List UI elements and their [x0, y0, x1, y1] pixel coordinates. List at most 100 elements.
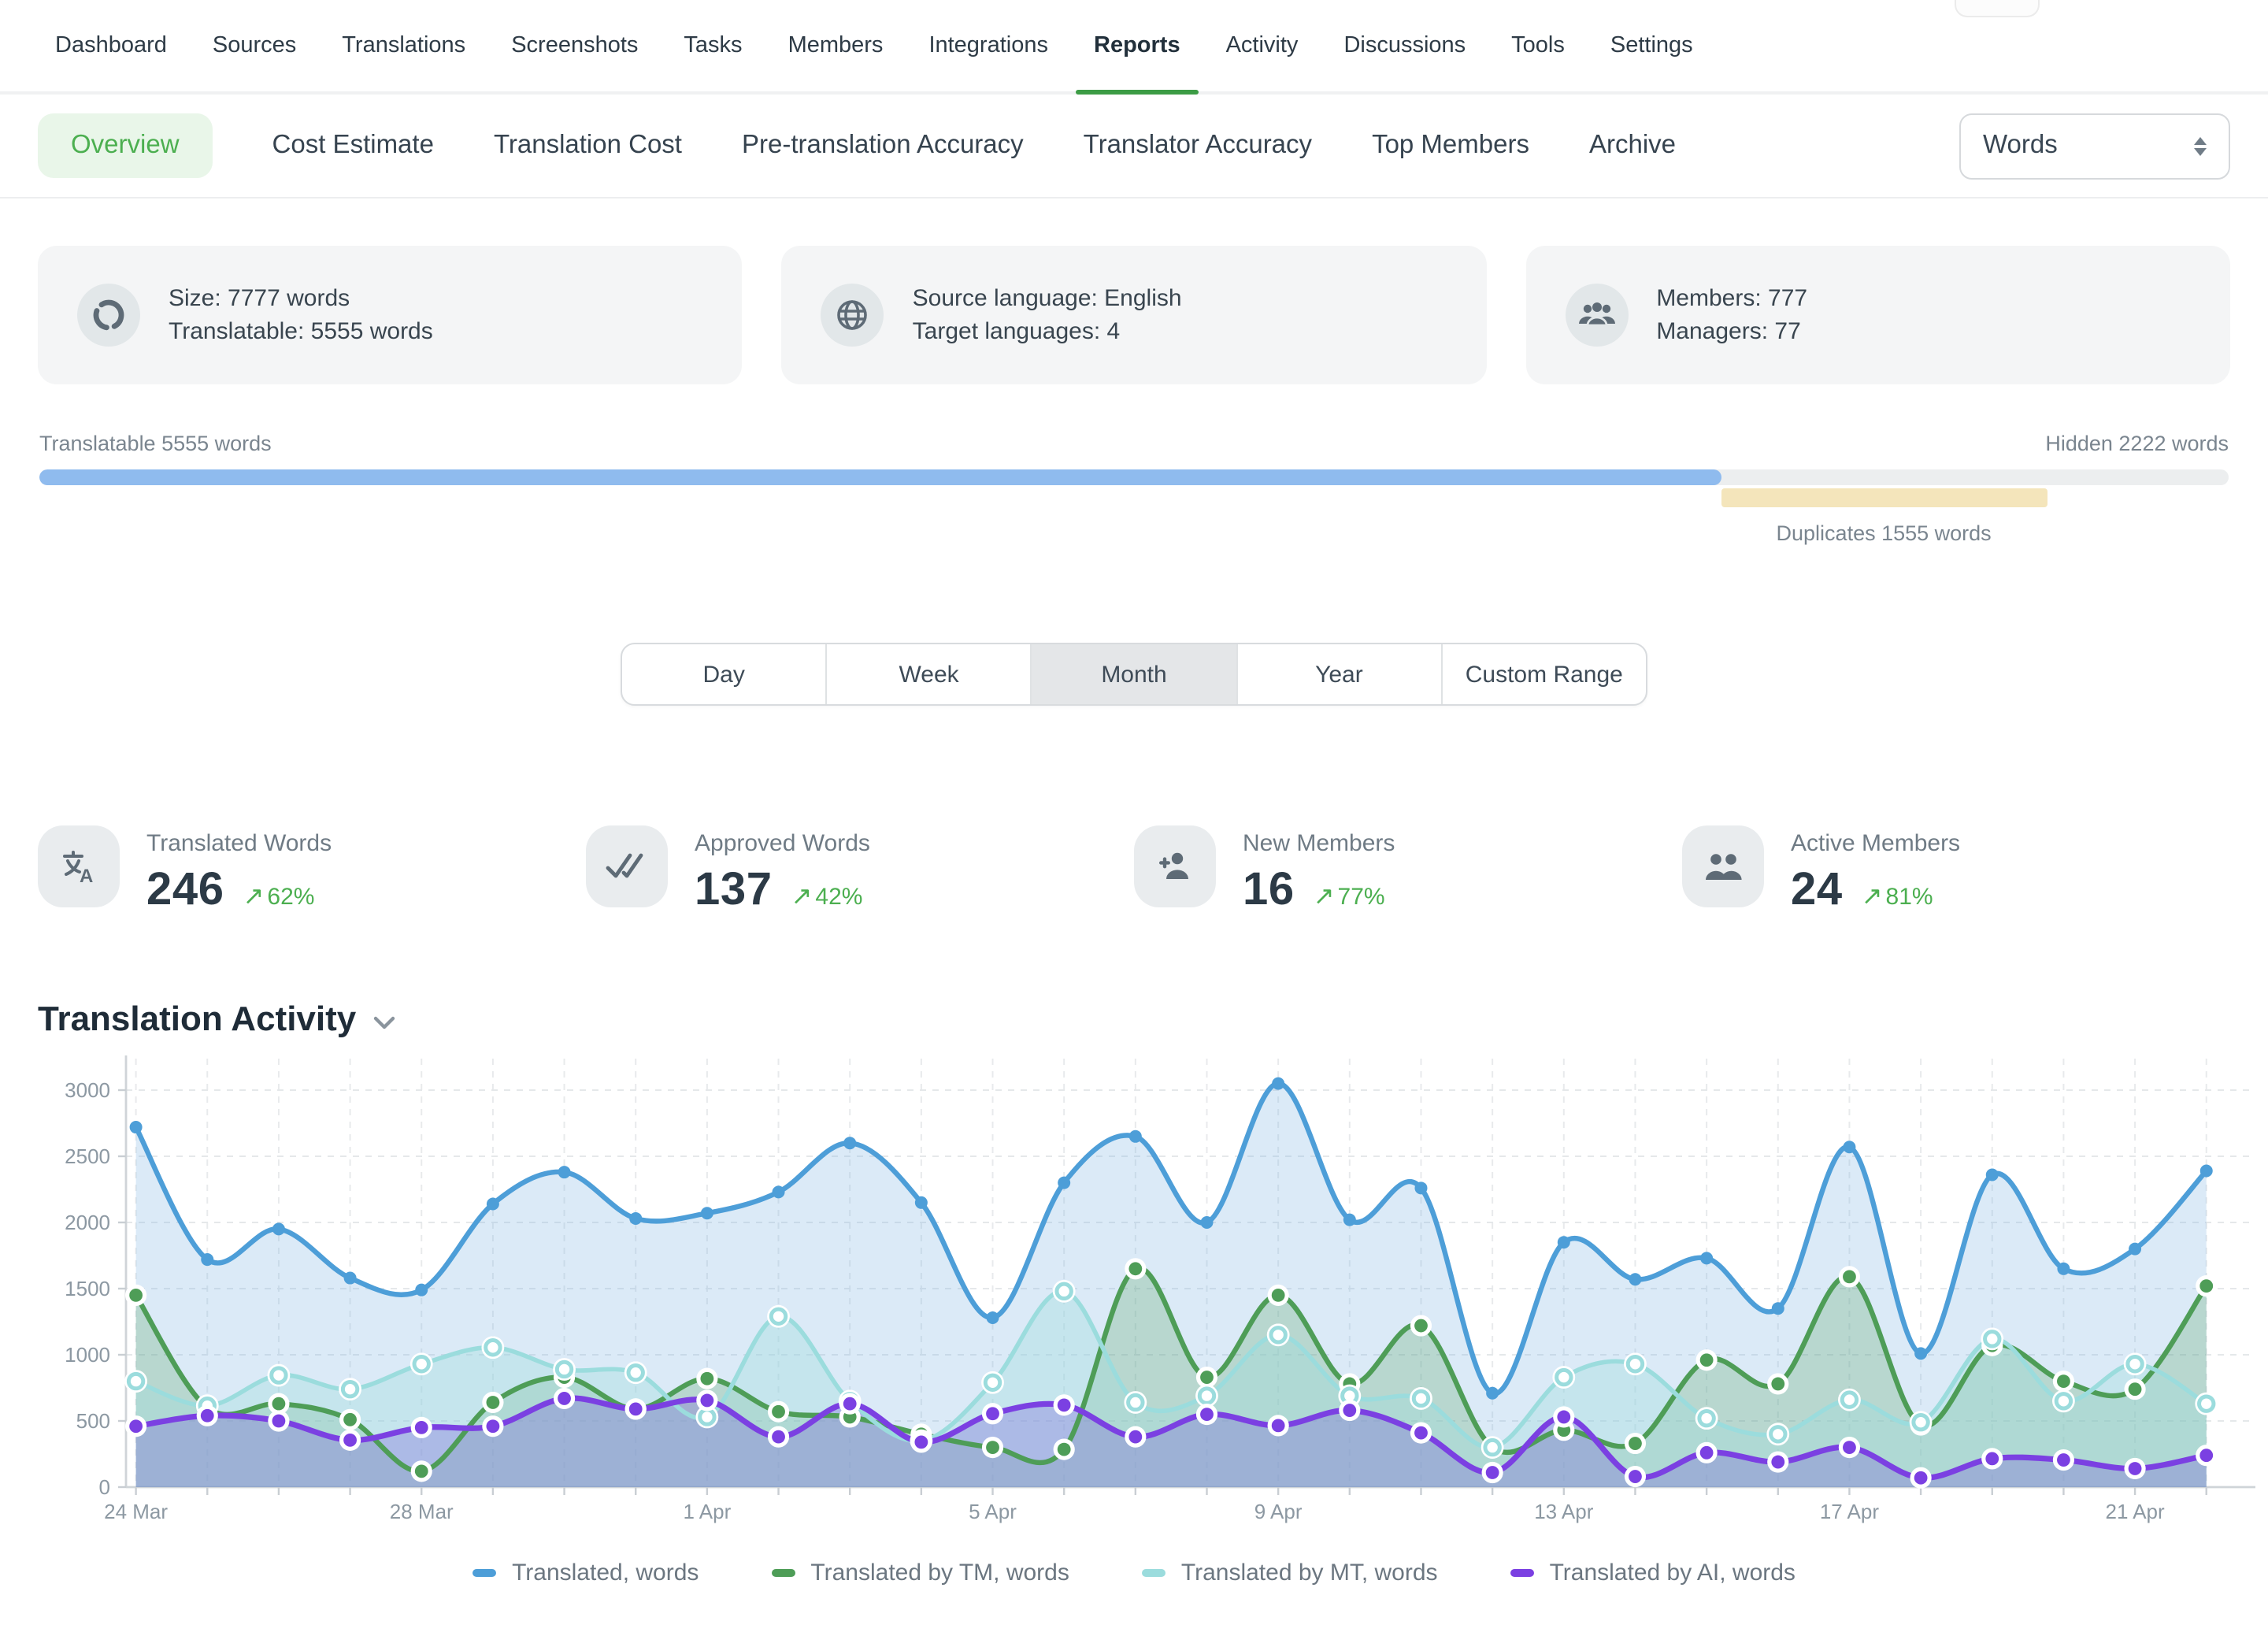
kpi-translated-words: A Translated Words 246 ↗62% [38, 825, 586, 917]
dot [272, 1222, 285, 1235]
subnav-pre-translation-accuracy[interactable]: Pre-translation Accuracy [742, 131, 1024, 161]
nav-item-screenshots[interactable]: Screenshots [511, 0, 638, 91]
range-tab-year[interactable]: Year [1237, 644, 1442, 704]
dot [1128, 1430, 1142, 1444]
svg-text:A: A [80, 866, 93, 887]
dot [986, 1441, 999, 1454]
dot [1199, 1389, 1214, 1403]
dot [1700, 1446, 1714, 1460]
loader-icon [77, 284, 140, 347]
nav-item-activity[interactable]: Activity [1226, 0, 1299, 91]
y-axis-label: 1000 [65, 1343, 110, 1367]
unit-select[interactable]: Words [1959, 113, 2230, 179]
dot [128, 1374, 143, 1388]
nav-item-tools[interactable]: Tools [1511, 0, 1565, 91]
dot [129, 1289, 143, 1302]
legend-label: Translated by AI, words [1550, 1560, 1796, 1586]
nav-item-dashboard[interactable]: Dashboard [55, 0, 167, 91]
x-axis-label: 9 Apr [1254, 1500, 1303, 1523]
range-tab-day[interactable]: Day [622, 644, 827, 704]
subnav-overview[interactable]: Overview [38, 113, 213, 178]
dot [1557, 1370, 1571, 1384]
dot [1058, 1443, 1071, 1456]
y-axis-label: 2500 [65, 1144, 110, 1168]
nav-item-settings[interactable]: Settings [1610, 0, 1693, 91]
nav-item-reports[interactable]: Reports [1094, 0, 1180, 91]
double-check-icon [586, 825, 668, 907]
nav-item-members[interactable]: Members [788, 0, 884, 91]
dot [557, 1362, 571, 1376]
dot [1629, 1470, 1642, 1483]
kpi-stats-row: A Translated Words 246 ↗62% Approved Wor… [38, 825, 2230, 917]
dot [2199, 1449, 2213, 1462]
dot [1843, 1141, 1855, 1153]
translate-icon: A [38, 825, 120, 907]
dot [985, 1375, 999, 1389]
dot [487, 1197, 499, 1210]
nav-item-sources[interactable]: Sources [213, 0, 296, 91]
range-tab-month[interactable]: Month [1032, 644, 1237, 704]
subnav-cost-estimate[interactable]: Cost Estimate [272, 131, 434, 161]
kpi-value: 137 [695, 865, 773, 917]
dot [772, 1405, 785, 1419]
dot [1486, 1466, 1499, 1479]
dot [1272, 1419, 1285, 1432]
dot [1058, 1177, 1070, 1189]
y-axis-label: 500 [76, 1409, 110, 1433]
dot [487, 1419, 500, 1433]
dot [130, 1121, 143, 1133]
range-tab-custom-range[interactable]: Custom Range [1443, 644, 1646, 704]
trend-up-icon: ↗ [1862, 881, 1883, 912]
reports-subnav: Overview Cost Estimate Translation Cost Pre… [0, 95, 2268, 198]
dot [129, 1419, 143, 1433]
dot [1629, 1273, 1641, 1285]
y-axis-label: 3000 [65, 1078, 110, 1102]
reports-page: Dashboard Sources Translations Screenshots T… [0, 0, 2268, 1647]
legend-label: Translated by MT, words [1181, 1560, 1438, 1586]
dot [201, 1409, 214, 1423]
trend-up-icon: ↗ [791, 881, 813, 912]
subnav-archive[interactable]: Archive [1589, 131, 1676, 161]
trend-up-icon: ↗ [243, 881, 265, 912]
range-tab-week[interactable]: Week [827, 644, 1032, 704]
dot [2128, 1357, 2142, 1371]
nav-item-tasks[interactable]: Tasks [684, 0, 742, 91]
dot [1558, 1236, 1570, 1248]
nav-item-translations[interactable]: Translations [342, 0, 465, 91]
dot [1272, 1289, 1285, 1302]
dot [628, 1365, 643, 1379]
legend-item-0[interactable]: Translated, words [472, 1560, 699, 1586]
dot [1629, 1437, 1642, 1450]
legend-item-3[interactable]: Translated by AI, words [1510, 1560, 1796, 1586]
words-progress: Translatable 5555 words Hidden 2222 word… [39, 432, 2229, 545]
chevron-down-icon[interactable] [373, 1016, 395, 1030]
nav-item-integrations[interactable]: Integrations [928, 0, 1048, 91]
nav-item-discussions[interactable]: Discussions [1343, 0, 1466, 91]
legend-item-1[interactable]: Translated by TM, words [771, 1560, 1069, 1586]
kpi-delta: ↗77% [1314, 881, 1385, 912]
dot [343, 1434, 357, 1447]
translation-activity-chart: 05001000150020002500300024 Mar28 Mar1 Ap… [0, 1043, 2268, 1544]
dot [2199, 1279, 2213, 1293]
legend-label: Translated, words [512, 1560, 699, 1586]
x-axis-label: 24 Mar [104, 1500, 168, 1523]
legend-swatch [1510, 1570, 1534, 1577]
legend-item-2[interactable]: Translated by MT, words [1142, 1560, 1438, 1586]
x-axis-label: 13 Apr [1534, 1500, 1594, 1523]
dot [1201, 1216, 1214, 1229]
x-axis-label: 17 Apr [1820, 1500, 1880, 1523]
card-line-2: Translatable: 5555 words [169, 315, 433, 349]
dot [1414, 1426, 1428, 1440]
subnav-translator-accuracy[interactable]: Translator Accuracy [1084, 131, 1312, 161]
dot [1772, 1302, 1784, 1315]
top-navigation: Dashboard Sources Translations Screenshots T… [0, 0, 2268, 95]
legend-swatch [1142, 1570, 1166, 1577]
dot [1272, 1078, 1284, 1090]
dot [2057, 1263, 2070, 1275]
subnav-top-members[interactable]: Top Members [1372, 131, 1529, 161]
kpi-delta: ↗62% [243, 881, 315, 912]
dot [2056, 1394, 2070, 1408]
dot [2129, 1243, 2141, 1256]
subnav-translation-cost[interactable]: Translation Cost [494, 131, 682, 161]
kpi-value: 246 [146, 865, 224, 917]
